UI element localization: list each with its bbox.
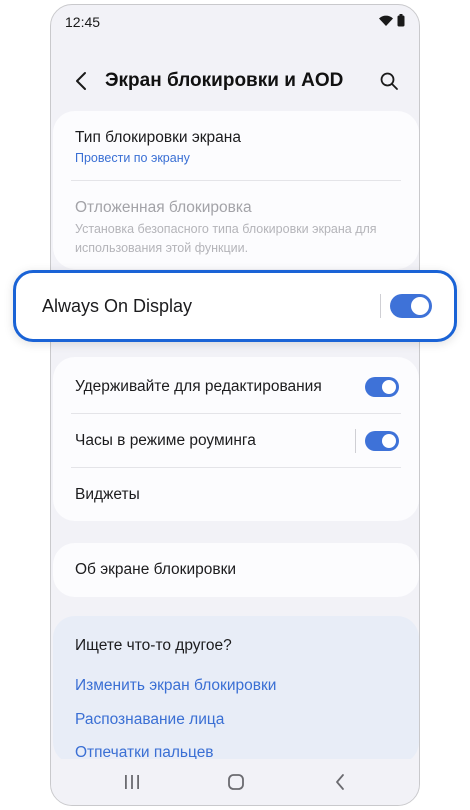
related-title-row: Ищете что-то другое? [53, 637, 419, 655]
navigation-bar [51, 759, 419, 805]
phone-screen: 12:45 Экран блокировки и AOD Тип блокиро… [50, 4, 420, 806]
recent-apps-button[interactable] [121, 771, 143, 793]
always-on-display-toggle[interactable] [390, 294, 432, 318]
battery-icon [397, 14, 405, 32]
toggle-knob [411, 297, 429, 315]
delayed-lock-title: Отложенная блокировка [75, 199, 252, 216]
back-button[interactable] [69, 69, 93, 93]
about-row[interactable]: Об экране блокировки [53, 561, 419, 579]
about-card[interactable]: Об экране блокировки [53, 543, 419, 597]
lock-settings-card: Тип блокировки экрана Провести по экрану… [53, 111, 419, 269]
lock-options-card: Удерживайте для редактирования Часы в ре… [53, 357, 419, 521]
recent-apps-icon [125, 775, 139, 789]
roaming-clock-label: Часы в режиме роуминга [75, 432, 256, 449]
toggle-knob [382, 380, 396, 394]
status-icons [378, 14, 405, 32]
widgets-label: Виджеты [75, 486, 140, 503]
page-title: Экран блокировки и AOD [105, 70, 344, 91]
toggle-separator [380, 294, 381, 318]
lock-type-value: Провести по экрану [75, 151, 190, 165]
always-on-display-label: Always On Display [42, 296, 193, 316]
delayed-lock-row: Отложенная блокировка Установка безопасн… [53, 199, 419, 258]
delayed-lock-description-line2: использования этой функции. [75, 241, 249, 255]
related-link-row[interactable]: Изменить экран блокировки [53, 677, 419, 695]
widgets-row[interactable]: Виджеты [53, 486, 419, 504]
status-bar: 12:45 [51, 5, 419, 39]
change-lock-screen-link[interactable]: Изменить экран блокировки [75, 677, 397, 695]
app-bar: Экран блокировки и AOD [51, 57, 419, 105]
back-nav-button[interactable] [329, 771, 351, 793]
search-button[interactable] [377, 69, 401, 93]
related-card: Ищете что-то другое? Изменить экран блок… [53, 616, 419, 764]
wifi-icon [378, 14, 394, 32]
related-title: Ищете что-то другое? [75, 637, 232, 654]
divider [71, 180, 401, 181]
status-time: 12:45 [65, 14, 101, 30]
divider [71, 467, 401, 468]
divider [71, 413, 401, 414]
about-label: Об экране блокировки [75, 561, 237, 578]
related-link-row[interactable]: Распознавание лица [53, 711, 419, 729]
chevron-left-icon [76, 72, 86, 90]
always-on-display-row[interactable]: Always On Display [13, 270, 457, 342]
lock-type-title: Тип блокировки экрана [75, 129, 241, 146]
search-icon [380, 72, 398, 90]
home-button[interactable] [225, 771, 247, 793]
lock-type-row[interactable]: Тип блокировки экрана Провести по экрану [53, 129, 419, 165]
delayed-lock-description-line1: Установка безопасного типа блокировки эк… [75, 222, 377, 236]
delayed-lock-description: Установка безопасного типа блокировки эк… [75, 220, 397, 258]
back-nav-icon [336, 774, 344, 790]
home-icon [228, 774, 244, 790]
hold-to-edit-toggle[interactable] [365, 377, 399, 397]
roaming-clock-toggle[interactable] [365, 431, 399, 451]
hold-to-edit-label: Удерживайте для редактирования [75, 378, 322, 395]
toggle-separator [355, 429, 356, 453]
face-recognition-link[interactable]: Распознавание лица [75, 711, 397, 729]
toggle-knob [382, 434, 396, 448]
